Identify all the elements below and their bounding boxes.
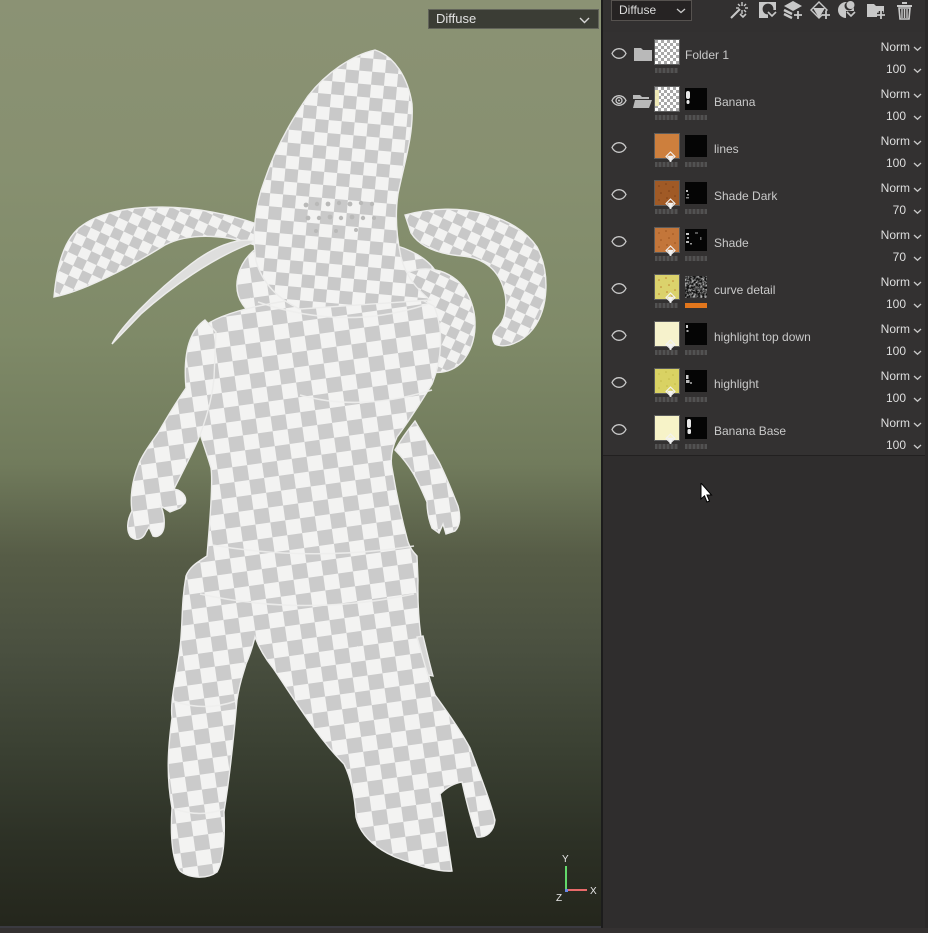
svg-text:X: X bbox=[590, 886, 597, 897]
svg-text:Y: Y bbox=[562, 854, 569, 865]
svg-text:Z: Z bbox=[556, 893, 562, 904]
